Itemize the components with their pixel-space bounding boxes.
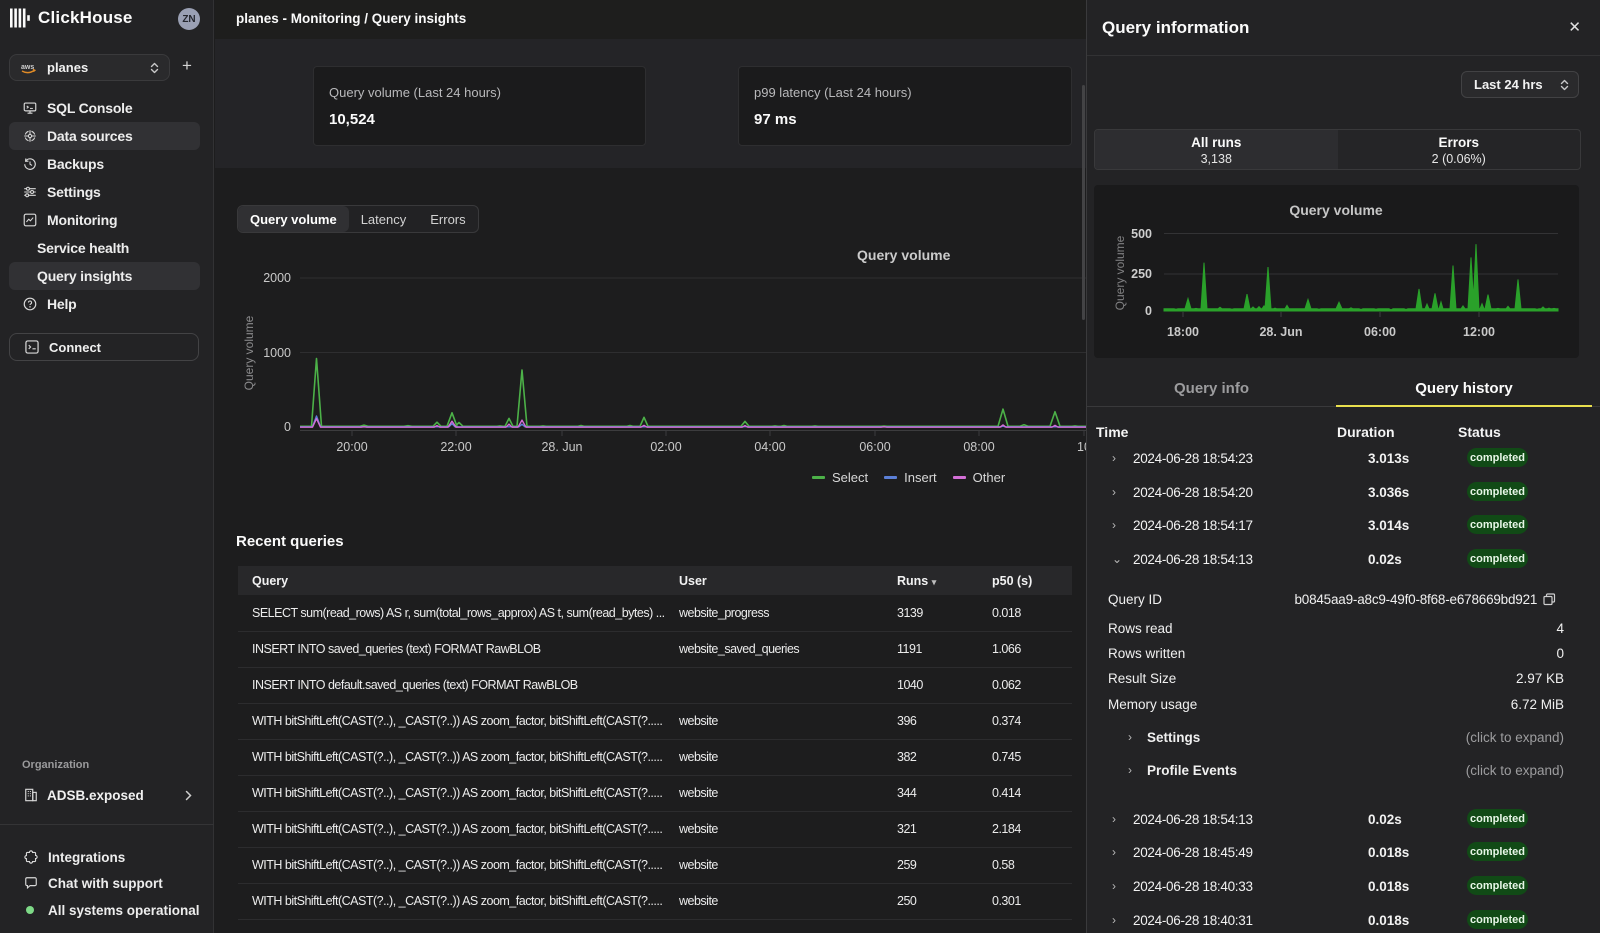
svg-text:08:00: 08:00 [963, 440, 994, 454]
svg-text:250: 250 [1131, 267, 1152, 281]
svg-text:04:00: 04:00 [754, 440, 785, 454]
svg-text:Query volume: Query volume [242, 315, 256, 390]
svg-text:Query volume: Query volume [1289, 202, 1383, 218]
svg-text:0: 0 [1145, 304, 1152, 318]
svg-text:22:00: 22:00 [440, 440, 471, 454]
svg-text:02:00: 02:00 [650, 440, 681, 454]
svg-text:28. Jun: 28. Jun [1259, 325, 1302, 339]
svg-text:20:00: 20:00 [336, 440, 367, 454]
svg-text:2000: 2000 [263, 271, 291, 285]
svg-text:28. Jun: 28. Jun [541, 440, 582, 454]
svg-text:0: 0 [284, 420, 291, 434]
svg-text:500: 500 [1131, 227, 1152, 241]
svg-text:06:00: 06:00 [1364, 325, 1396, 339]
svg-text:12:00: 12:00 [1463, 325, 1495, 339]
svg-text:06:00: 06:00 [859, 440, 890, 454]
svg-text:1000: 1000 [263, 346, 291, 360]
svg-text:18:00: 18:00 [1167, 325, 1199, 339]
svg-text:aws: aws [21, 64, 34, 71]
svg-text:Query volume: Query volume [1113, 235, 1127, 310]
